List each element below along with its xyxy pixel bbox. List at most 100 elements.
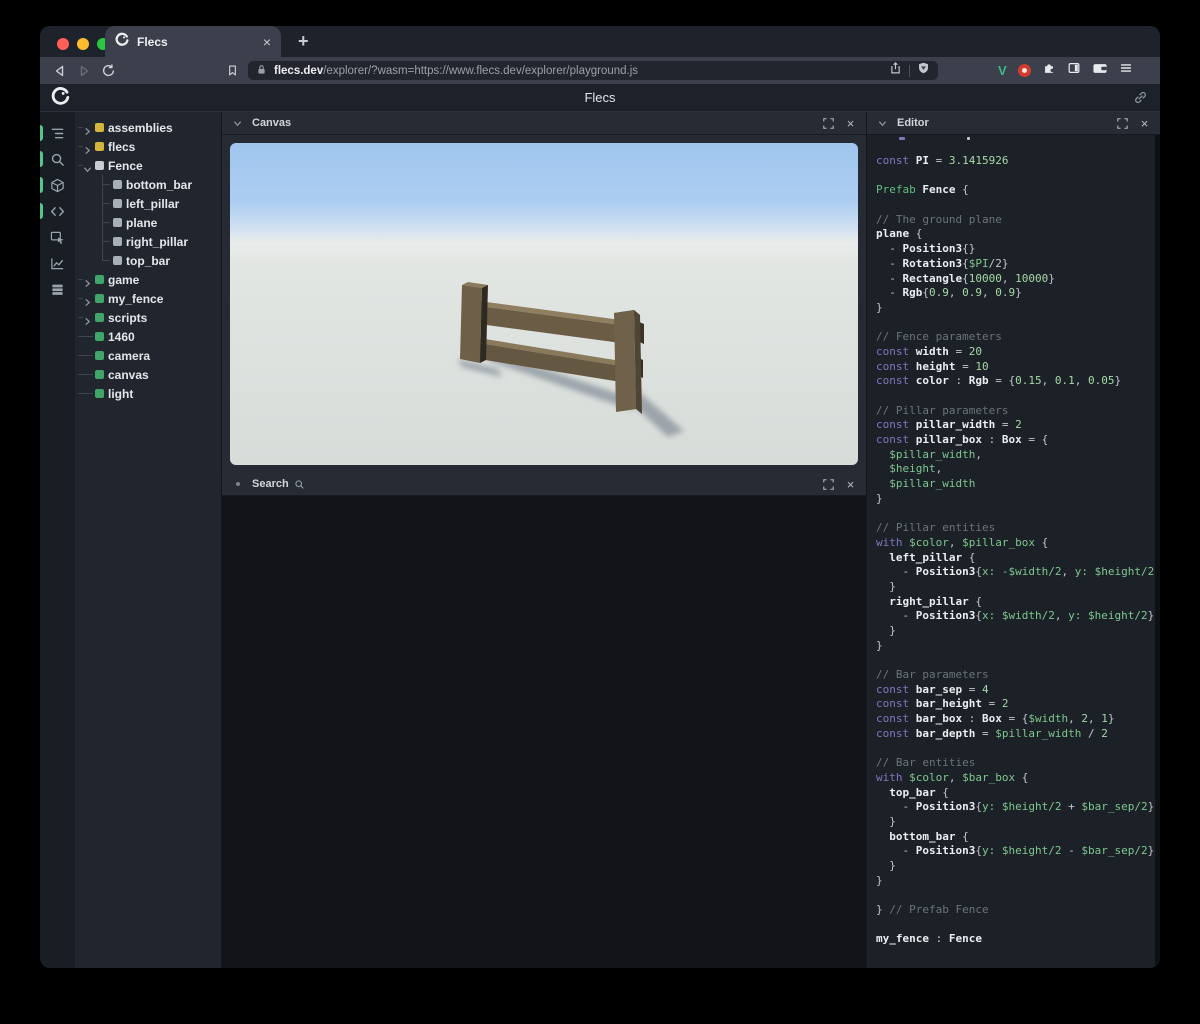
code-line <box>876 507 1160 522</box>
collapse-chevron-icon[interactable] <box>230 116 245 131</box>
browser-tab[interactable]: Flecs × <box>105 26 281 57</box>
share-icon[interactable] <box>889 61 902 80</box>
code-line: } <box>876 580 1160 595</box>
fullscreen-icon[interactable] <box>821 477 836 492</box>
3d-viewport[interactable] <box>230 143 858 465</box>
code-line: const color : Rgb = {0.15, 0.1, 0.05} <box>876 374 1160 389</box>
code-line: const height = 10 <box>876 360 1160 375</box>
lock-icon <box>256 62 267 80</box>
tree-item-scripts[interactable]: scripts <box>75 308 221 327</box>
entity-tree-panel: assemblies flecsFencebottom_barleft_pilla… <box>75 112 222 968</box>
code-line: - Rectangle{10000, 10000} <box>876 272 1160 287</box>
tree-item-label: scripts <box>108 311 147 325</box>
tab-close-icon[interactable]: × <box>263 35 271 49</box>
entity-kind-square <box>95 294 104 303</box>
shield-icon[interactable] <box>917 61 930 80</box>
tree-item-label: right_pillar <box>126 235 188 249</box>
code-editor[interactable]: const PI = 3.1415926 Prefab Fence { // T… <box>867 135 1160 968</box>
sidebar-toggle-icon[interactable] <box>1067 61 1081 80</box>
canvas-panel-body <box>222 135 866 473</box>
code-line: const PI = 3.1415926 <box>876 154 1160 169</box>
wallet-icon[interactable] <box>1092 61 1108 80</box>
tree-item-top_bar[interactable]: top_bar <box>75 251 221 270</box>
back-button[interactable] <box>48 59 72 83</box>
stats-icon <box>50 256 65 271</box>
code-line: $height, <box>876 462 1160 477</box>
code-line: - Rgb{0.9, 0.9, 0.9} <box>876 286 1160 301</box>
extensions-puzzle-icon[interactable] <box>1042 61 1056 80</box>
panel-bullet-icon[interactable] <box>230 477 245 492</box>
close-panel-icon[interactable]: × <box>1137 116 1152 131</box>
code-line: // The ground plane <box>876 213 1160 228</box>
collapse-chevron-icon[interactable] <box>875 116 890 131</box>
extension-badge-icon[interactable] <box>1018 64 1031 77</box>
search-panel-body[interactable] <box>222 496 866 968</box>
code-line: // Bar parameters <box>876 668 1160 683</box>
entity-kind-square <box>113 218 122 227</box>
tree-guide-line <box>78 393 93 394</box>
vue-devtools-icon[interactable]: V <box>998 63 1007 78</box>
tree-item-game[interactable]: game <box>75 270 221 289</box>
entity-kind-square <box>95 142 104 151</box>
code-line: $pillar_width, <box>876 448 1160 463</box>
browser-menu-icon[interactable] <box>1119 61 1133 80</box>
code-line <box>876 316 1160 331</box>
clipped-code-line <box>899 137 905 140</box>
forward-button[interactable] <box>72 59 96 83</box>
tree-item-label: assemblies <box>108 121 173 135</box>
traffic-light-close[interactable] <box>57 38 69 50</box>
code-line: - Rotation3{$PI/2} <box>876 257 1160 272</box>
browser-window: Flecs × + flecs.dev/explorer/?wasm=https… <box>40 26 1160 968</box>
tree-item-flecs[interactable]: flecs <box>75 137 221 156</box>
code-line: const bar_box : Box = {$width, 2, 1} <box>876 712 1160 727</box>
tree-item-label: my_fence <box>108 292 163 306</box>
tree-guide-line <box>78 355 93 356</box>
new-tab-button[interactable]: + <box>292 29 315 54</box>
tree-item-left_pillar[interactable]: left_pillar <box>75 194 221 213</box>
tree-item-bottom_bar[interactable]: bottom_bar <box>75 175 221 194</box>
entity-kind-square <box>95 161 104 170</box>
rail-item-inspector[interactable] <box>40 224 75 250</box>
close-panel-icon[interactable]: × <box>843 116 858 131</box>
entity-kind-square <box>113 180 122 189</box>
rail-item-scene[interactable] <box>40 172 75 198</box>
editor-scrollbar[interactable] <box>1155 135 1160 968</box>
entity-kind-square <box>95 332 104 341</box>
tree-item-camera[interactable]: camera <box>75 346 221 365</box>
tree-item-light[interactable]: light <box>75 384 221 403</box>
code-line: bottom_bar { <box>876 830 1160 845</box>
code-line: - Position3{y: $height/2 + $bar_sep/2} <box>876 800 1160 815</box>
code-line: with $color, $bar_box { <box>876 771 1160 786</box>
tree-item-plane[interactable]: plane <box>75 213 221 232</box>
tree-item-assemblies[interactable]: assemblies <box>75 118 221 137</box>
rail-item-search[interactable] <box>40 146 75 172</box>
fullscreen-icon[interactable] <box>821 116 836 131</box>
tree-item-1460[interactable]: 1460 <box>75 327 221 346</box>
active-indicator <box>40 151 43 167</box>
rail-item-script-editor[interactable] <box>40 198 75 224</box>
reload-button[interactable] <box>96 59 120 83</box>
code-line: right_pillar { <box>876 595 1160 610</box>
rail-item-queries[interactable] <box>40 276 75 302</box>
url-bar[interactable]: flecs.dev/explorer/?wasm=https://www.fle… <box>248 61 938 80</box>
rail-item-stats[interactable] <box>40 250 75 276</box>
code-line <box>876 742 1160 757</box>
tree-item-label: game <box>108 273 139 287</box>
code-line: plane { <box>876 227 1160 242</box>
code-line: } // Prefab Fence <box>876 903 1160 918</box>
traffic-light-minimize[interactable] <box>77 38 89 50</box>
share-link-icon[interactable] <box>1133 90 1148 110</box>
fullscreen-icon[interactable] <box>1115 116 1130 131</box>
tree-item-Fence[interactable]: Fence <box>75 156 221 175</box>
tree-item-label: camera <box>108 349 150 363</box>
code-line: my_fence : Fence <box>876 932 1160 947</box>
rail-item-entity-tree[interactable] <box>40 120 75 146</box>
tree-item-right_pillar[interactable]: right_pillar <box>75 232 221 251</box>
close-panel-icon[interactable]: × <box>843 477 858 492</box>
tree-item-my_fence[interactable]: my_fence <box>75 289 221 308</box>
bookmark-icon[interactable] <box>220 59 244 83</box>
entity-kind-square <box>113 237 122 246</box>
tree-item-canvas[interactable]: canvas <box>75 365 221 384</box>
code-line: const bar_height = 2 <box>876 697 1160 712</box>
script-editor-icon <box>50 204 65 219</box>
